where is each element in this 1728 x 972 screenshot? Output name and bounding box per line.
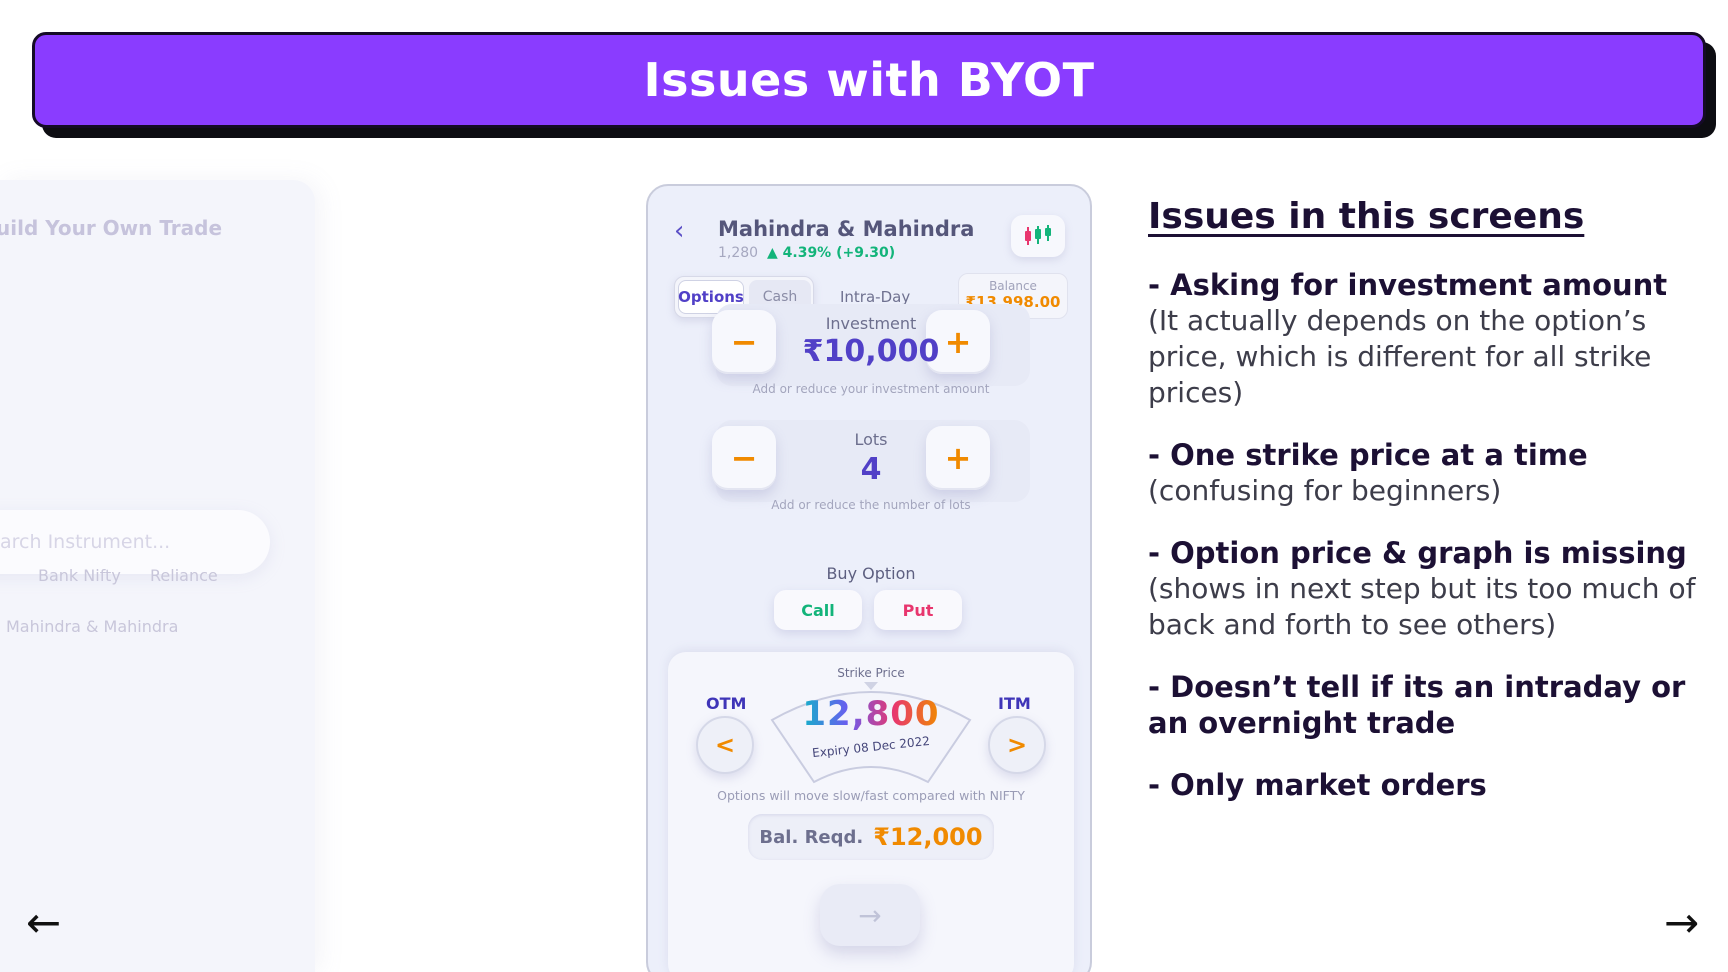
put-button[interactable]: Put [874,590,962,630]
back-icon[interactable]: ‹ [674,216,684,246]
candlestick-chart-button[interactable] [1011,215,1065,257]
issue-item: - Doesn’t tell if its an intraday or an … [1148,669,1708,741]
proceed-button[interactable]: → [820,884,920,946]
nifty-movement-hint: Options will move slow/fast compared wit… [717,788,1025,803]
issue-head: - Option price & graph is missing [1148,536,1687,570]
title-banner: Issues with BYOT [32,32,1706,128]
lots-value: 4 [860,452,882,487]
investment-label: Investment [825,314,917,333]
issue-item: - Option price & graph is missing (shows… [1148,535,1708,643]
background-screen: uild Your Own Trade arch Instrument... B… [0,180,315,972]
issues-panel: Issues in this screens - Asking for inve… [1148,196,1708,829]
strike-price-card: Strike Price OTM ITM 12,800 Expiry 08 De… [668,652,1074,972]
page-title: Issues with BYOT [643,53,1095,107]
stock-price: 1,280 [718,245,759,261]
candlestick-icon [1025,225,1051,245]
chip-reliance: Reliance [150,566,218,585]
prev-slide-arrow-icon[interactable]: ← [26,902,61,944]
lots-hint: Add or reduce the number of lots [771,498,971,512]
strike-price-text: 12,800 [802,694,940,734]
balance-label: Balance [989,279,1037,293]
call-button[interactable]: Call [774,590,862,630]
issue-head: - Only market orders [1148,768,1487,802]
issue-head: - One strike price at a time [1148,438,1588,472]
background-search-input: arch Instrument... [0,510,270,574]
next-slide-arrow-icon[interactable]: → [1664,902,1699,944]
lots-label: Lots [854,430,888,449]
issue-item: - One strike price at a time (confusing … [1148,437,1708,509]
investment-hint: Add or reduce your investment amount [752,382,990,396]
issue-head: - Asking for investment amount [1148,268,1668,302]
issue-desc: (confusing for beginners) [1148,474,1502,507]
next-strike-button[interactable]: > [988,716,1046,774]
buy-option-label: Buy Option [826,564,916,583]
prev-strike-button[interactable]: < [696,716,754,774]
background-screen-title: uild Your Own Trade [0,216,223,240]
issue-head: - Doesn’t tell if its an intraday or an … [1148,670,1686,740]
stock-name: Mahindra & Mahindra [718,217,975,241]
balance-required-value: ₹12,000 [873,823,983,851]
balance-required-label: Bal. Reqd. [759,826,864,848]
stock-price-line: 1,280 ▲ 4.39% (+9.30) [718,245,895,261]
investment-value: ₹10,000 [802,334,940,369]
issue-item: - Asking for investment amount (It actua… [1148,267,1708,411]
phone-screen: ‹ Mahindra & Mahindra 1,280 ▲ 4.39% (+9.… [646,184,1092,972]
chip-bank-nifty: Bank Nifty [38,566,121,585]
stock-change: ▲ 4.39% (+9.30) [767,245,896,261]
chip-mahindra: Mahindra & Mahindra [6,617,179,636]
issues-title: Issues in this screens [1148,196,1585,237]
balance-required: Bal. Reqd. ₹12,000 [748,814,994,860]
issue-desc: (shows in next step but its too much of … [1148,572,1696,641]
issue-item: - Only market orders [1148,767,1708,803]
issue-desc: (It actually depends on the option’s pri… [1148,304,1652,409]
